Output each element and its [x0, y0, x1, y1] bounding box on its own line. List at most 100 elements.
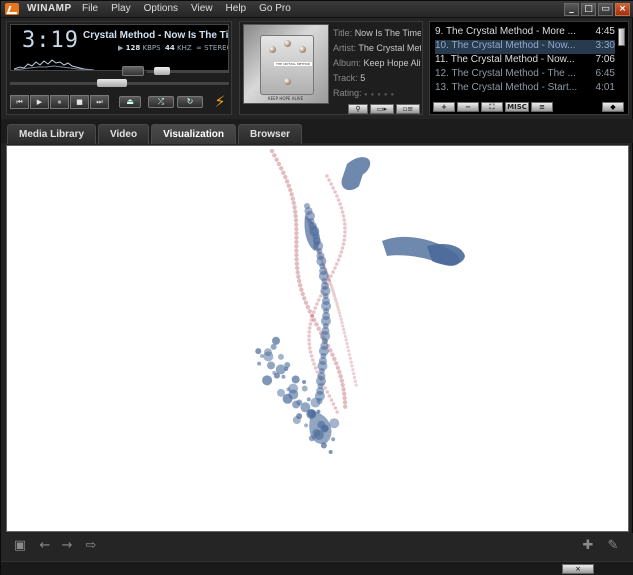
- send-to-button[interactable]: ▭▸: [370, 104, 394, 114]
- remove-button[interactable]: −: [457, 102, 479, 112]
- play-button[interactable]: ▶: [30, 95, 49, 109]
- shade-button[interactable]: ▭: [598, 3, 613, 16]
- viz-particle: [307, 334, 311, 338]
- viz-particle: [353, 379, 357, 383]
- shuffle-button[interactable]: ⤮: [148, 96, 174, 108]
- viz-particle: [316, 326, 321, 331]
- viz-particle: [307, 342, 312, 346]
- playlist-menu-button[interactable]: ◆: [602, 102, 624, 112]
- tab-browser[interactable]: Browser: [238, 124, 303, 144]
- artist-label: Artist:: [333, 43, 357, 53]
- viz-particle: [267, 361, 276, 370]
- stop-button[interactable]: ■: [70, 95, 89, 109]
- menu-view[interactable]: View: [191, 3, 219, 14]
- mute-button[interactable]: [122, 66, 144, 76]
- track-value[interactable]: 5: [360, 73, 365, 83]
- viz-particle: [309, 313, 315, 318]
- viz-particle: [348, 356, 352, 360]
- monitor-icon[interactable]: ▣: [10, 538, 30, 554]
- playlist-item[interactable]: 11. The Crystal Method - Now... 7:06: [435, 54, 615, 68]
- playlist-item[interactable]: 10. The Crystal Method - Now... 3:30: [435, 40, 615, 54]
- menu-play[interactable]: Play: [111, 3, 136, 14]
- viz-particle: [313, 306, 318, 310]
- viz-particle: [343, 226, 347, 230]
- next-icon: ⏭: [96, 97, 103, 106]
- title-value[interactable]: Now Is The Time: [355, 28, 421, 38]
- playlist-item[interactable]: 12. The Crystal Method - The ... 6:45: [435, 68, 615, 82]
- viz-particle: [342, 238, 347, 242]
- pause-button[interactable]: ⏸: [50, 95, 69, 109]
- artist-value[interactable]: The Crystal Method: [358, 43, 421, 53]
- repeat-button[interactable]: ↻: [177, 96, 203, 108]
- tab-visualization[interactable]: Visualization: [151, 124, 237, 144]
- rating-stars[interactable]: ●●●●●: [364, 92, 397, 98]
- seek-thumb[interactable]: [96, 79, 127, 87]
- winamp-logo-icon[interactable]: [5, 3, 19, 15]
- search-button[interactable]: ⚲: [348, 104, 368, 114]
- previous-button[interactable]: ⏮: [10, 95, 29, 109]
- viz-particle: [341, 387, 346, 392]
- tab-bar: Media Library Video Visualization Browse…: [1, 119, 633, 144]
- viz-particle: [337, 308, 341, 312]
- visualization-canvas[interactable]: [6, 145, 629, 532]
- seek-bar[interactable]: [10, 79, 229, 87]
- go-icon[interactable]: ⇨: [81, 538, 101, 554]
- tab-video[interactable]: Video: [98, 124, 150, 144]
- viz-particle: [304, 423, 309, 428]
- playlist-item[interactable]: 13. The Crystal Method - Start... 4:01: [435, 82, 615, 96]
- viz-particle: [294, 248, 299, 253]
- select-button[interactable]: ⛶: [481, 102, 503, 112]
- song-title-ticker[interactable]: Crystal Method - Now Is The Time: [83, 30, 228, 41]
- title-bar[interactable]: WINAMP File Play Options View Help Go Pr…: [1, 1, 633, 18]
- viz-particle: [327, 394, 332, 398]
- menu-help[interactable]: Help: [226, 3, 253, 14]
- forward-arrow-icon[interactable]: →: [57, 538, 77, 554]
- viz-particle: [291, 375, 300, 384]
- spectrum-analyzer[interactable]: [14, 55, 94, 71]
- viz-particle: [335, 302, 339, 306]
- viz-particle: [294, 261, 300, 266]
- minimize-button[interactable]: _: [564, 3, 579, 16]
- playlist-scrollbar[interactable]: [618, 28, 625, 46]
- add-button[interactable]: +: [433, 102, 455, 112]
- list-options-button[interactable]: ≡: [531, 102, 553, 112]
- rating-field: Rating: ●●●●●: [333, 88, 421, 103]
- viz-particle: [289, 192, 294, 197]
- play-icon: ▶: [36, 98, 43, 106]
- viz-particle: [333, 296, 337, 301]
- viz-particle: [342, 404, 348, 409]
- close-panel-button[interactable]: ×: [562, 564, 594, 574]
- eject-button[interactable]: ⏏: [119, 96, 141, 108]
- volume-slider[interactable]: [147, 67, 229, 75]
- player-display: 3:19 Crystal Method - Now Is The Time ▶ …: [10, 24, 229, 71]
- misc-button[interactable]: MISC: [505, 102, 529, 112]
- viz-particle: [332, 356, 337, 362]
- album-art[interactable]: THE CRYSTAL METHOD KEEP HOPE ALIVE: [243, 24, 329, 104]
- view-button[interactable]: ▫≡: [396, 104, 420, 114]
- player-panel: 3:19 Crystal Method - Now Is The Time ▶ …: [6, 21, 232, 115]
- volume-thumb[interactable]: [153, 67, 170, 75]
- lightning-bolt-icon[interactable]: ⚡: [211, 93, 229, 111]
- playlist-item-duration: 4:01: [595, 82, 615, 93]
- album-value[interactable]: Keep Hope Alive: [364, 58, 421, 68]
- menu-options[interactable]: Options: [144, 3, 184, 14]
- close-button[interactable]: ×: [615, 3, 630, 16]
- viz-particle: [293, 209, 298, 214]
- viz-particle: [255, 348, 262, 355]
- viz-particle: [341, 242, 346, 246]
- tab-media-library[interactable]: Media Library: [7, 124, 97, 144]
- viz-particle: [335, 194, 339, 198]
- back-arrow-icon[interactable]: ←: [35, 538, 55, 554]
- elapsed-time[interactable]: 3:19: [22, 28, 79, 53]
- restore-button[interactable]: □: [581, 3, 596, 16]
- playlist-item-title: 13. The Crystal Method - Start...: [435, 82, 578, 93]
- next-button[interactable]: ⏭: [90, 95, 109, 109]
- playlist-item[interactable]: 9. The Crystal Method - More ... 4:45: [435, 26, 615, 40]
- viz-particle: [337, 369, 342, 375]
- menu-go-pro[interactable]: Go Pro: [259, 3, 297, 14]
- menu-file[interactable]: File: [82, 3, 104, 14]
- album-art-knob: [284, 78, 291, 85]
- plugin-icon[interactable]: ✚: [578, 538, 598, 554]
- wrench-icon[interactable]: ✎: [603, 538, 623, 554]
- menu-icon: ◆: [610, 103, 616, 111]
